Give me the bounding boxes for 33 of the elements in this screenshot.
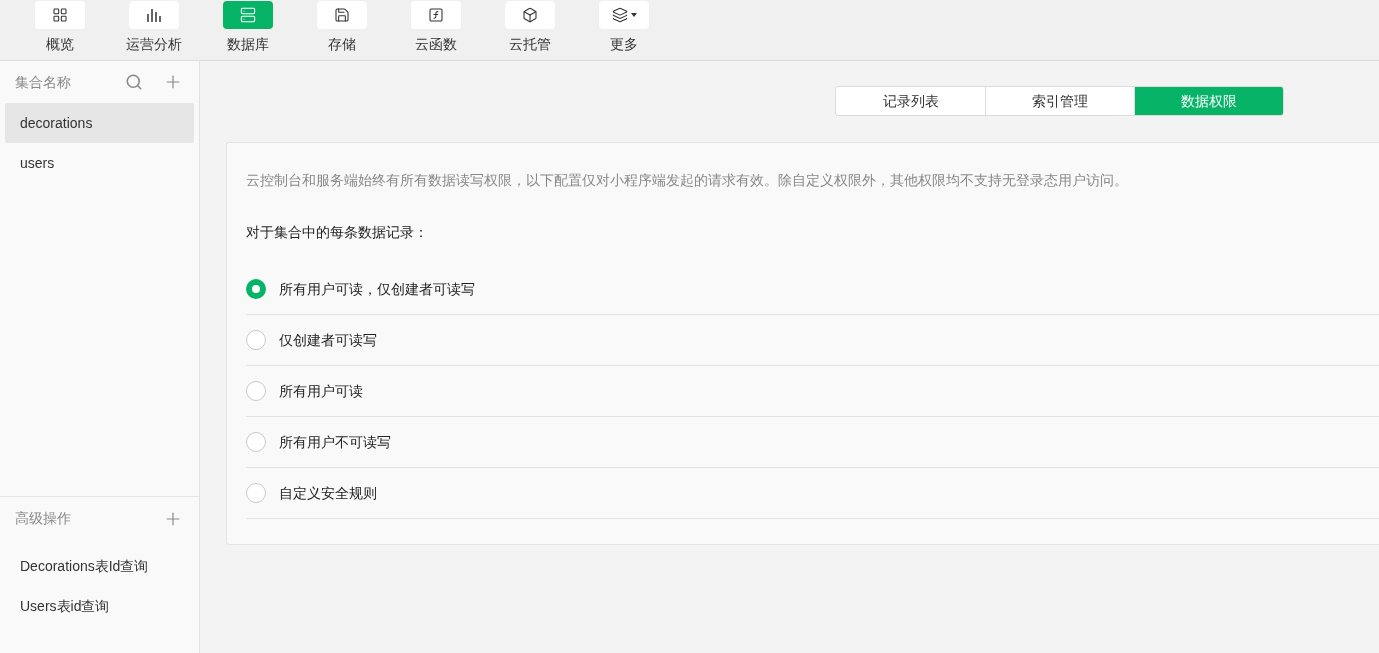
layers-icon: [611, 7, 628, 23]
radio-button[interactable]: [246, 330, 266, 350]
collection-item[interactable]: decorations: [5, 103, 194, 143]
grid-icon: [52, 7, 68, 23]
collection-item[interactable]: users: [5, 143, 194, 183]
toolbar-item[interactable]: 更多: [577, 0, 671, 55]
bar-chart-icon: [145, 6, 163, 24]
radio-button[interactable]: [246, 381, 266, 401]
permission-notice: 云控制台和服务端始终有所有数据读写权限，以下配置仅对小程序端发起的请求有效。除自定义权限外，其他权限均不支持无登录态用户访问。: [246, 171, 1129, 190]
toolbar-item[interactable]: 云函数: [389, 0, 483, 55]
permission-option[interactable]: 自定义安全规则: [246, 468, 1379, 519]
cube-icon: [522, 7, 538, 23]
permission-option[interactable]: 所有用户可读，仅创建者可读写: [246, 264, 1379, 315]
toolbar-item[interactable]: 概览: [13, 0, 107, 55]
toolbar-item[interactable]: 存储: [295, 0, 389, 55]
toolbar-item[interactable]: 数据库: [201, 0, 295, 55]
function-icon: [428, 7, 444, 23]
toolbar-item[interactable]: 云托管: [483, 0, 577, 55]
radio-button[interactable]: [246, 483, 266, 503]
permission-option[interactable]: 所有用户可读: [246, 366, 1379, 417]
collections-heading: 集合名称: [15, 72, 72, 92]
query-item[interactable]: Decorations表Id查询: [20, 546, 199, 586]
tab[interactable]: 记录列表: [836, 87, 985, 115]
permission-option[interactable]: 所有用户不可读写: [246, 417, 1379, 468]
query-item[interactable]: Users表id查询: [20, 586, 199, 626]
permission-option[interactable]: 仅创建者可读写: [246, 315, 1379, 366]
advanced-heading: 高级操作: [15, 509, 72, 528]
toolbar-item[interactable]: 运营分析: [107, 0, 201, 55]
radio-button[interactable]: [246, 432, 266, 452]
search-icon[interactable]: [125, 73, 143, 91]
database-icon: [240, 7, 256, 23]
radio-button[interactable]: [246, 279, 266, 299]
permission-prompt: 对于集合中的每条数据记录：: [246, 223, 429, 242]
